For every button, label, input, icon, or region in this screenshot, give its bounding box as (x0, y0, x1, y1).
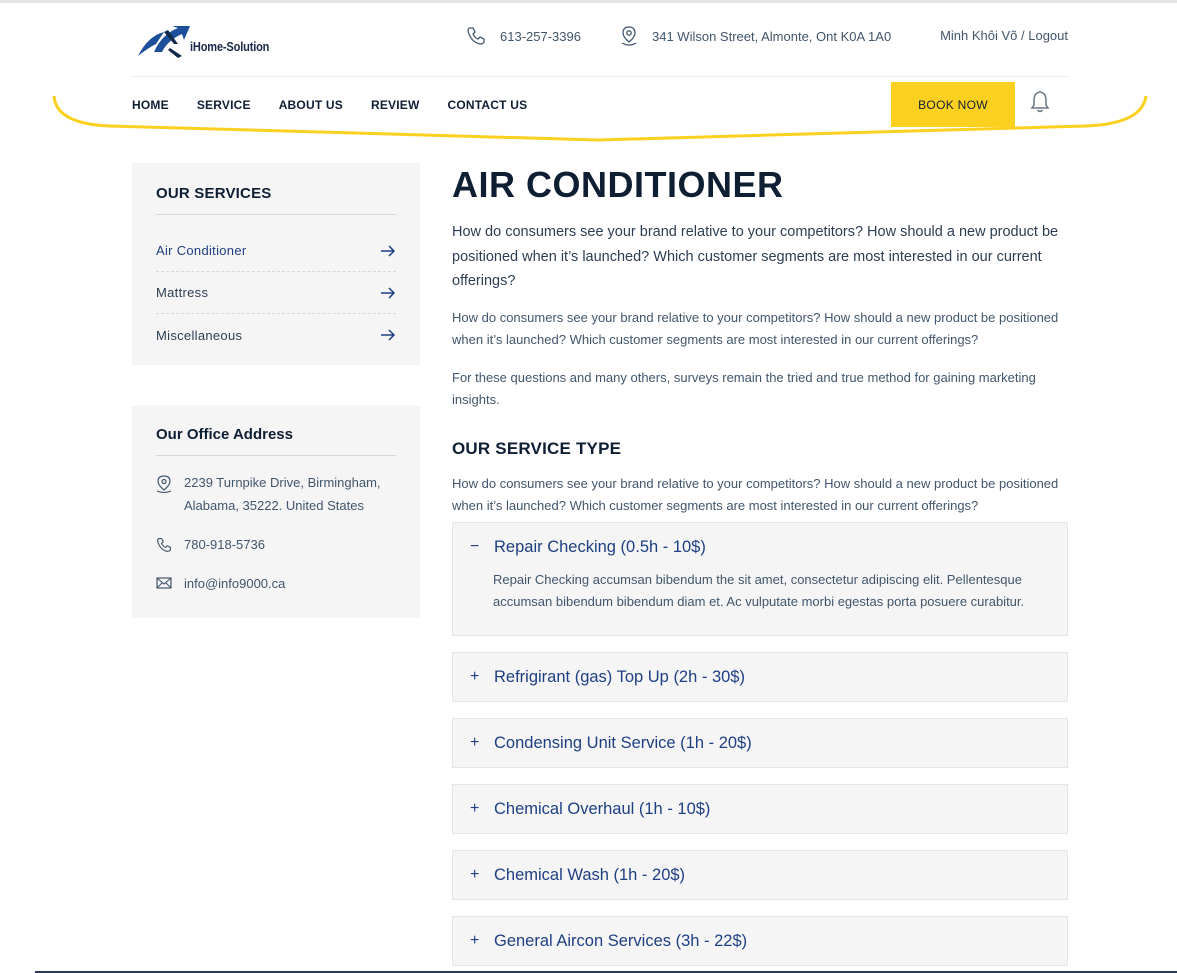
accordion-header[interactable]: + Chemical Wash (1h - 20$) (453, 851, 1067, 899)
service-type-title: OUR SERVICE TYPE (452, 438, 622, 458)
body-paragraph-2: For these questions and many others, sur… (452, 369, 1036, 407)
service-item-label: Mattress (156, 285, 209, 300)
accordion-header[interactable]: − Repair Checking (0.5h - 10$) (453, 523, 1067, 571)
accordion-title: Condensing Unit Service (1h - 20$) (494, 733, 752, 752)
accordion-header[interactable]: + Condensing Unit Service (1h - 20$) (453, 719, 1067, 767)
expand-icon: + (470, 866, 480, 883)
service-item-label: Air Conditioner (156, 243, 247, 258)
accordion-item-chemical-wash[interactable]: + Chemical Wash (1h - 20$) (452, 850, 1068, 900)
top-border (0, 0, 1177, 3)
accordion-item-condensing-unit[interactable]: + Condensing Unit Service (1h - 20$) (452, 718, 1068, 768)
user-logout-link[interactable]: Minh Khôi Võ / Logout (940, 28, 1068, 43)
phone-icon (157, 538, 171, 552)
main-content: AIR CONDITIONER How do consumers see you… (452, 163, 1068, 517)
nav-review[interactable]: REVIEW (371, 98, 420, 112)
office-phone[interactable]: 780-918-5736 (156, 533, 396, 556)
location-pin-icon (621, 26, 637, 46)
logo-house-icon (138, 26, 190, 58)
accordion-item-repair-checking[interactable]: − Repair Checking (0.5h - 10$) Repair Ch… (452, 522, 1068, 636)
accordion-title: Chemical Overhaul (1h - 10$) (494, 799, 711, 818)
main-nav: HOME SERVICE ABOUT US REVIEW CONTACT US (132, 98, 555, 112)
accordion-body: Repair Checking accumsan bibendum the si… (493, 572, 1025, 609)
expand-icon: + (470, 668, 480, 685)
accordion-item-refrigerant-top-up[interactable]: + Refrigirant (gas) Top Up (2h - 30$) (452, 652, 1068, 702)
logo-text: iHome-Solution (190, 38, 270, 54)
office-address: 2239 Turnpike Drive, Birmingham, Alabama… (156, 471, 396, 517)
accordion-title: Refrigirant (gas) Top Up (2h - 30$) (494, 667, 745, 686)
phone-icon (467, 27, 485, 45)
nav-home[interactable]: HOME (132, 98, 169, 112)
arrow-right-icon (381, 286, 396, 299)
accordion-item-chemical-overhaul[interactable]: + Chemical Overhaul (1h - 10$) (452, 784, 1068, 834)
service-item-mattress[interactable]: Mattress (156, 272, 396, 314)
expand-icon: + (470, 932, 480, 949)
header-address: 341 Wilson Street, Almonte, Ont K0A 1A0 (620, 26, 891, 46)
office-title: Our Office Address (156, 405, 396, 456)
bell-icon[interactable] (1029, 90, 1051, 114)
office-email[interactable]: info@info9000.ca (156, 572, 396, 595)
service-item-label: Miscellaneous (156, 327, 243, 343)
accordion-title: Repair Checking (0.5h - 10$) (494, 537, 706, 556)
accordion-header[interactable]: + General Aircon Services (3h - 22$) (453, 917, 1067, 965)
nav-contact-us[interactable]: CONTACT US (448, 98, 528, 112)
collapse-icon: − (470, 538, 480, 555)
accordion-title: General Aircon Services (3h - 22$) (494, 931, 748, 950)
service-item-air-conditioner[interactable]: Air Conditioner (156, 230, 396, 272)
accordion-item-general-aircon[interactable]: + General Aircon Services (3h - 22$) (452, 916, 1068, 966)
page-title: AIR CONDITIONER (452, 164, 784, 205)
logo[interactable]: iHome-Solution (134, 20, 284, 64)
arrow-right-icon (381, 329, 396, 341)
arrow-right-icon (381, 244, 396, 257)
site-header: iHome-Solution 613-257-3396 341 Wilson S… (132, 12, 1068, 76)
office-address-panel: Our Office Address 2239 Turnpike Drive, … (132, 405, 420, 618)
office-address-text: 2239 Turnpike Drive, Birmingham, Alabama… (184, 475, 381, 513)
expand-icon: + (470, 800, 480, 817)
expand-icon: + (470, 734, 480, 751)
envelope-icon (156, 577, 172, 589)
nav-about-us[interactable]: ABOUT US (279, 98, 343, 112)
nav-divider (132, 76, 1068, 77)
services-title: OUR SERVICES (156, 163, 396, 215)
nav-service[interactable]: SERVICE (197, 98, 251, 112)
body-paragraph-1: How do consumers see your brand relative… (452, 309, 1059, 347)
location-pin-icon (156, 475, 172, 493)
accordion-header[interactable]: + Refrigirant (gas) Top Up (2h - 30$) (453, 653, 1067, 701)
accordion-title: Chemical Wash (1h - 20$) (494, 865, 686, 884)
accordion-header[interactable]: + Chemical Overhaul (1h - 10$) (453, 785, 1067, 833)
office-phone-text: 780-918-5736 (184, 537, 265, 552)
office-email-text: info@info9000.ca (184, 576, 286, 591)
service-item-miscellaneous[interactable]: Miscellaneous (156, 314, 396, 356)
header-address-text: 341 Wilson Street, Almonte, Ont K0A 1A0 (652, 28, 892, 44)
header-phone-text: 613-257-3396 (500, 28, 581, 44)
header-phone[interactable]: 613-257-3396 (466, 26, 581, 46)
services-list: Air Conditioner Mattress Miscellaneous (156, 215, 396, 356)
book-now-button[interactable]: BOOK NOW (891, 82, 1015, 127)
lead-paragraph: How do consumers see your brand relative… (452, 224, 1059, 289)
body-paragraph-3: How do consumers see your brand relative… (452, 475, 1059, 513)
services-panel: OUR SERVICES Air Conditioner Mattress Mi… (132, 163, 420, 365)
